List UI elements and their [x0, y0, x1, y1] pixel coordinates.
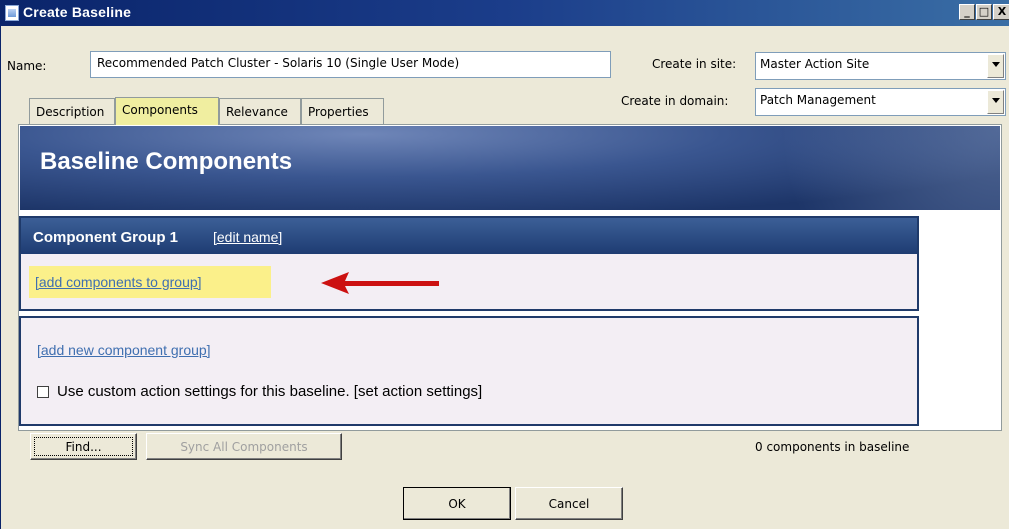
tab-components[interactable]: Components	[115, 97, 219, 125]
title-bar[interactable]: Create Baseline _ □ X	[1, 0, 1009, 26]
domain-select[interactable]: Patch Management	[755, 88, 1006, 116]
domain-label: Create in domain:	[621, 94, 729, 108]
ok-button[interactable]: OK	[403, 487, 511, 520]
maximize-button[interactable]: □	[976, 4, 992, 20]
red-arrow-icon	[321, 272, 439, 294]
site-select-value: Master Action Site	[760, 57, 870, 71]
tab-description[interactable]: Description	[29, 98, 115, 124]
window-title: Create Baseline	[23, 4, 132, 20]
section-banner: Baseline Components	[20, 126, 1000, 210]
edit-name-link[interactable]: [edit name]	[213, 229, 282, 245]
chevron-down-icon[interactable]	[987, 90, 1004, 114]
banner-title: Baseline Components	[40, 148, 293, 175]
name-label: Name:	[7, 59, 47, 73]
add-components-link[interactable]: [add components to group]	[35, 274, 202, 290]
create-baseline-dialog: Create Baseline _ □ X Name: Recommended …	[0, 0, 1009, 529]
tab-relevance[interactable]: Relevance	[219, 98, 301, 124]
site-select[interactable]: Master Action Site	[755, 52, 1006, 80]
component-group-header: Component Group 1 [edit name]	[21, 218, 917, 254]
domain-select-value: Patch Management	[760, 93, 876, 107]
custom-action-label: Use custom action settings for this base…	[57, 383, 483, 400]
close-button[interactable]: X	[993, 4, 1009, 20]
site-label: Create in site:	[652, 57, 737, 71]
find-button[interactable]: Find...	[30, 433, 137, 460]
cancel-button[interactable]: Cancel	[515, 487, 623, 520]
document-icon	[5, 5, 19, 21]
sync-all-button[interactable]: Sync All Components	[146, 433, 342, 460]
custom-action-checkbox[interactable]	[37, 386, 49, 398]
tab-properties[interactable]: Properties	[301, 98, 384, 124]
name-input[interactable]: Recommended Patch Cluster - Solaris 10 (…	[90, 51, 611, 78]
minimize-button[interactable]: _	[959, 4, 975, 20]
add-new-group-link[interactable]: [add new component group]	[37, 342, 211, 358]
component-count: 0 components in baseline	[755, 440, 910, 454]
new-group-section: [add new component group] Use custom act…	[19, 316, 919, 426]
component-group: Component Group 1 [edit name] [add compo…	[19, 216, 919, 311]
chevron-down-icon[interactable]	[987, 54, 1004, 78]
component-group-name: Component Group 1	[33, 229, 178, 246]
